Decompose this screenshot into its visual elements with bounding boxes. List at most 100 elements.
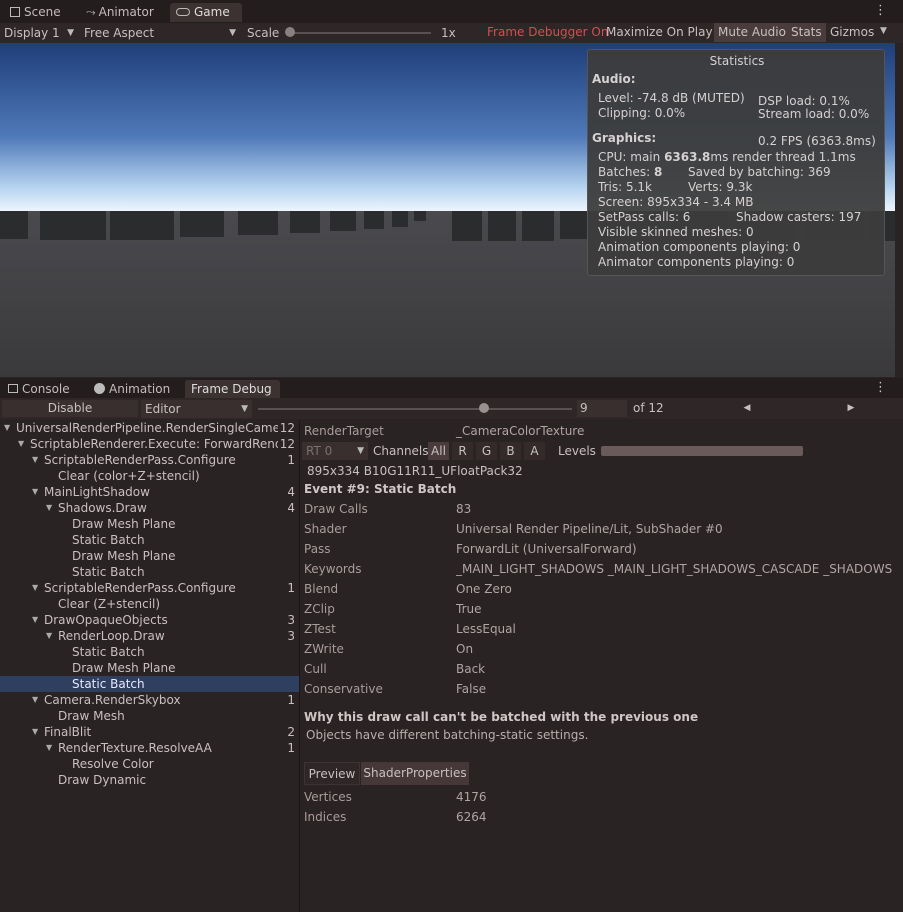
scale-slider-track[interactable] bbox=[289, 32, 431, 34]
tree-row[interactable]: ▼ ScriptableRenderer.Execute: ForwardRend… bbox=[0, 436, 299, 452]
scale-slider-thumb[interactable] bbox=[285, 27, 295, 37]
scale-value: 1x bbox=[441, 26, 456, 40]
stats-title: Statistics bbox=[709, 54, 765, 68]
channel-g-button[interactable]: G bbox=[476, 442, 497, 460]
tree-row[interactable]: Draw Mesh Plane bbox=[0, 516, 299, 532]
prev-event-button[interactable]: ◀ bbox=[694, 400, 800, 417]
tree-row[interactable]: ▼ UniversalRenderPipeline.RenderSingleCam… bbox=[0, 420, 299, 436]
event-title: Event #9: Static Batch bbox=[304, 482, 457, 496]
expand-triangle-icon[interactable]: ▼ bbox=[46, 628, 52, 644]
setpass-stat: SetPass calls: 6 bbox=[598, 210, 691, 224]
expand-triangle-icon[interactable]: ▼ bbox=[32, 452, 38, 468]
batches-stat: Batches: 8 bbox=[598, 165, 662, 180]
gizmos-button[interactable]: Gizmos bbox=[826, 23, 878, 42]
gizmos-dropdown-icon[interactable]: ▼ bbox=[880, 26, 887, 36]
tree-row[interactable]: Draw Mesh Plane bbox=[0, 548, 299, 564]
mute-audio-button[interactable]: Mute Audio bbox=[714, 23, 790, 42]
tree-row[interactable]: Draw Mesh Plane bbox=[0, 660, 299, 676]
expand-triangle-icon[interactable]: ▼ bbox=[32, 580, 38, 596]
expand-triangle-icon[interactable]: ▼ bbox=[32, 484, 38, 500]
property-label: Shader bbox=[304, 522, 347, 536]
tree-row[interactable]: Draw Dynamic bbox=[0, 772, 299, 788]
tab-frame-debug[interactable]: Frame Debug bbox=[185, 380, 280, 399]
channel-b-button[interactable]: B bbox=[500, 442, 521, 460]
levels-range-slider[interactable] bbox=[601, 446, 803, 456]
tree-row[interactable]: ▼ ScriptableRenderPass.Configure 1 bbox=[0, 452, 299, 468]
tree-row[interactable]: Static Batch bbox=[0, 644, 299, 660]
target-dropdown[interactable]: Editor ▼ bbox=[141, 400, 252, 418]
batches-prefix: Batches: bbox=[598, 165, 654, 179]
more-options-icon[interactable]: ⋮ bbox=[874, 3, 887, 19]
property-value: 83 bbox=[456, 502, 472, 516]
maximize-on-play-button[interactable]: Maximize On Play bbox=[602, 23, 717, 42]
tab-game[interactable]: Game bbox=[170, 3, 242, 22]
expand-triangle-icon[interactable]: ▼ bbox=[32, 724, 38, 740]
expand-triangle-icon[interactable]: ▼ bbox=[18, 436, 24, 452]
tree-row[interactable]: Static Batch bbox=[0, 564, 299, 580]
next-event-button[interactable]: ▶ bbox=[802, 400, 900, 417]
tree-row[interactable]: Clear (Z+stencil) bbox=[0, 596, 299, 612]
screen-stat: Screen: 895x334 - 3.4 MB bbox=[598, 195, 754, 209]
batches-value: 8 bbox=[654, 165, 663, 179]
stats-button[interactable]: Stats bbox=[787, 23, 826, 42]
channel-all-button[interactable]: All bbox=[428, 442, 449, 460]
tree-row[interactable]: ▼ Camera.RenderSkybox 1 bbox=[0, 692, 299, 708]
tree-row[interactable]: Static Batch bbox=[0, 532, 299, 548]
tree-row-count: 2 bbox=[285, 724, 295, 740]
tab-console-label: Console bbox=[22, 382, 70, 396]
cpu-main: 6363.8 bbox=[664, 150, 711, 164]
expand-triangle-icon[interactable]: ▼ bbox=[46, 740, 52, 756]
tree-row[interactable]: Draw Mesh bbox=[0, 708, 299, 724]
tree-row[interactable]: ▼ FinalBlit 2 bbox=[0, 724, 299, 740]
tree-row-count: 1 bbox=[285, 740, 295, 756]
tree-row[interactable]: Resolve Color bbox=[0, 756, 299, 772]
tree-row[interactable]: Static Batch bbox=[0, 676, 299, 692]
tab-animator[interactable]: ⤳ Animator bbox=[80, 3, 162, 22]
tab-scene[interactable]: Scene bbox=[4, 3, 69, 22]
disable-button[interactable]: Disable bbox=[2, 400, 138, 417]
channel-a-button[interactable]: A bbox=[524, 442, 545, 460]
event-slider-thumb[interactable] bbox=[479, 403, 489, 413]
tab-animation-label: Animation bbox=[109, 382, 171, 396]
tab-animation[interactable]: Animation bbox=[88, 380, 178, 399]
expand-triangle-icon[interactable]: ▼ bbox=[46, 500, 52, 516]
tab-preview[interactable]: Preview bbox=[304, 762, 360, 785]
tree-row[interactable]: ▼ DrawOpaqueObjects 3 bbox=[0, 612, 299, 628]
rt-dropdown[interactable]: RT 0 ▼ bbox=[302, 442, 368, 460]
channel-r-button[interactable]: R bbox=[452, 442, 473, 460]
display-dropdown[interactable]: Display 1 ▼ bbox=[0, 24, 78, 42]
property-value: False bbox=[456, 682, 487, 696]
tab-shader-properties[interactable]: ShaderProperties bbox=[361, 762, 469, 785]
expand-triangle-icon[interactable]: ▼ bbox=[32, 692, 38, 708]
event-slider-track[interactable] bbox=[258, 408, 572, 410]
property-label: Conservative bbox=[304, 682, 383, 696]
expand-triangle-icon[interactable]: ▼ bbox=[32, 612, 38, 628]
tree-row[interactable]: ▼ ScriptableRenderPass.Configure 1 bbox=[0, 580, 299, 596]
event-index-field[interactable]: 9 bbox=[577, 400, 627, 417]
frame-debugger-on-button[interactable]: Frame Debugger On bbox=[483, 23, 612, 42]
tree-row-label: Camera.RenderSkybox bbox=[44, 693, 181, 707]
expand-triangle-icon[interactable]: ▼ bbox=[4, 420, 10, 436]
tree-row[interactable]: ▼ Shadows.Draw 4 bbox=[0, 500, 299, 516]
tree-row[interactable]: Clear (color+Z+stencil) bbox=[0, 468, 299, 484]
tree-row-label: ScriptableRenderPass.Configure bbox=[44, 581, 236, 595]
tab-console[interactable]: Console bbox=[2, 380, 78, 399]
tree-row-label: Static Batch bbox=[72, 677, 145, 691]
aspect-dropdown[interactable]: Free Aspect ▼ bbox=[80, 24, 240, 42]
scale-label: Scale bbox=[247, 26, 280, 40]
more-options-icon[interactable]: ⋮ bbox=[874, 380, 887, 396]
console-icon bbox=[8, 384, 18, 393]
skinned-meshes-stat: Visible skinned meshes: 0 bbox=[598, 225, 754, 239]
tree-row[interactable]: ▼ RenderLoop.Draw 3 bbox=[0, 628, 299, 644]
tree-row-label: Draw Mesh bbox=[58, 709, 125, 723]
gamepad-icon bbox=[176, 8, 190, 16]
shadow-casters-stat: Shadow casters: 197 bbox=[736, 210, 862, 224]
tree-row[interactable]: ▼ MainLightShadow 4 bbox=[0, 484, 299, 500]
audio-header: Audio: bbox=[592, 72, 636, 86]
tree-row-label: Static Batch bbox=[72, 533, 145, 547]
property-value: LessEqual bbox=[456, 622, 516, 636]
tree-row[interactable]: ▼ RenderTexture.ResolveAA 1 bbox=[0, 740, 299, 756]
target-dropdown-value: Editor bbox=[145, 402, 181, 416]
aspect-dropdown-value: Free Aspect bbox=[84, 26, 155, 40]
vertices-label: Vertices bbox=[304, 790, 352, 804]
